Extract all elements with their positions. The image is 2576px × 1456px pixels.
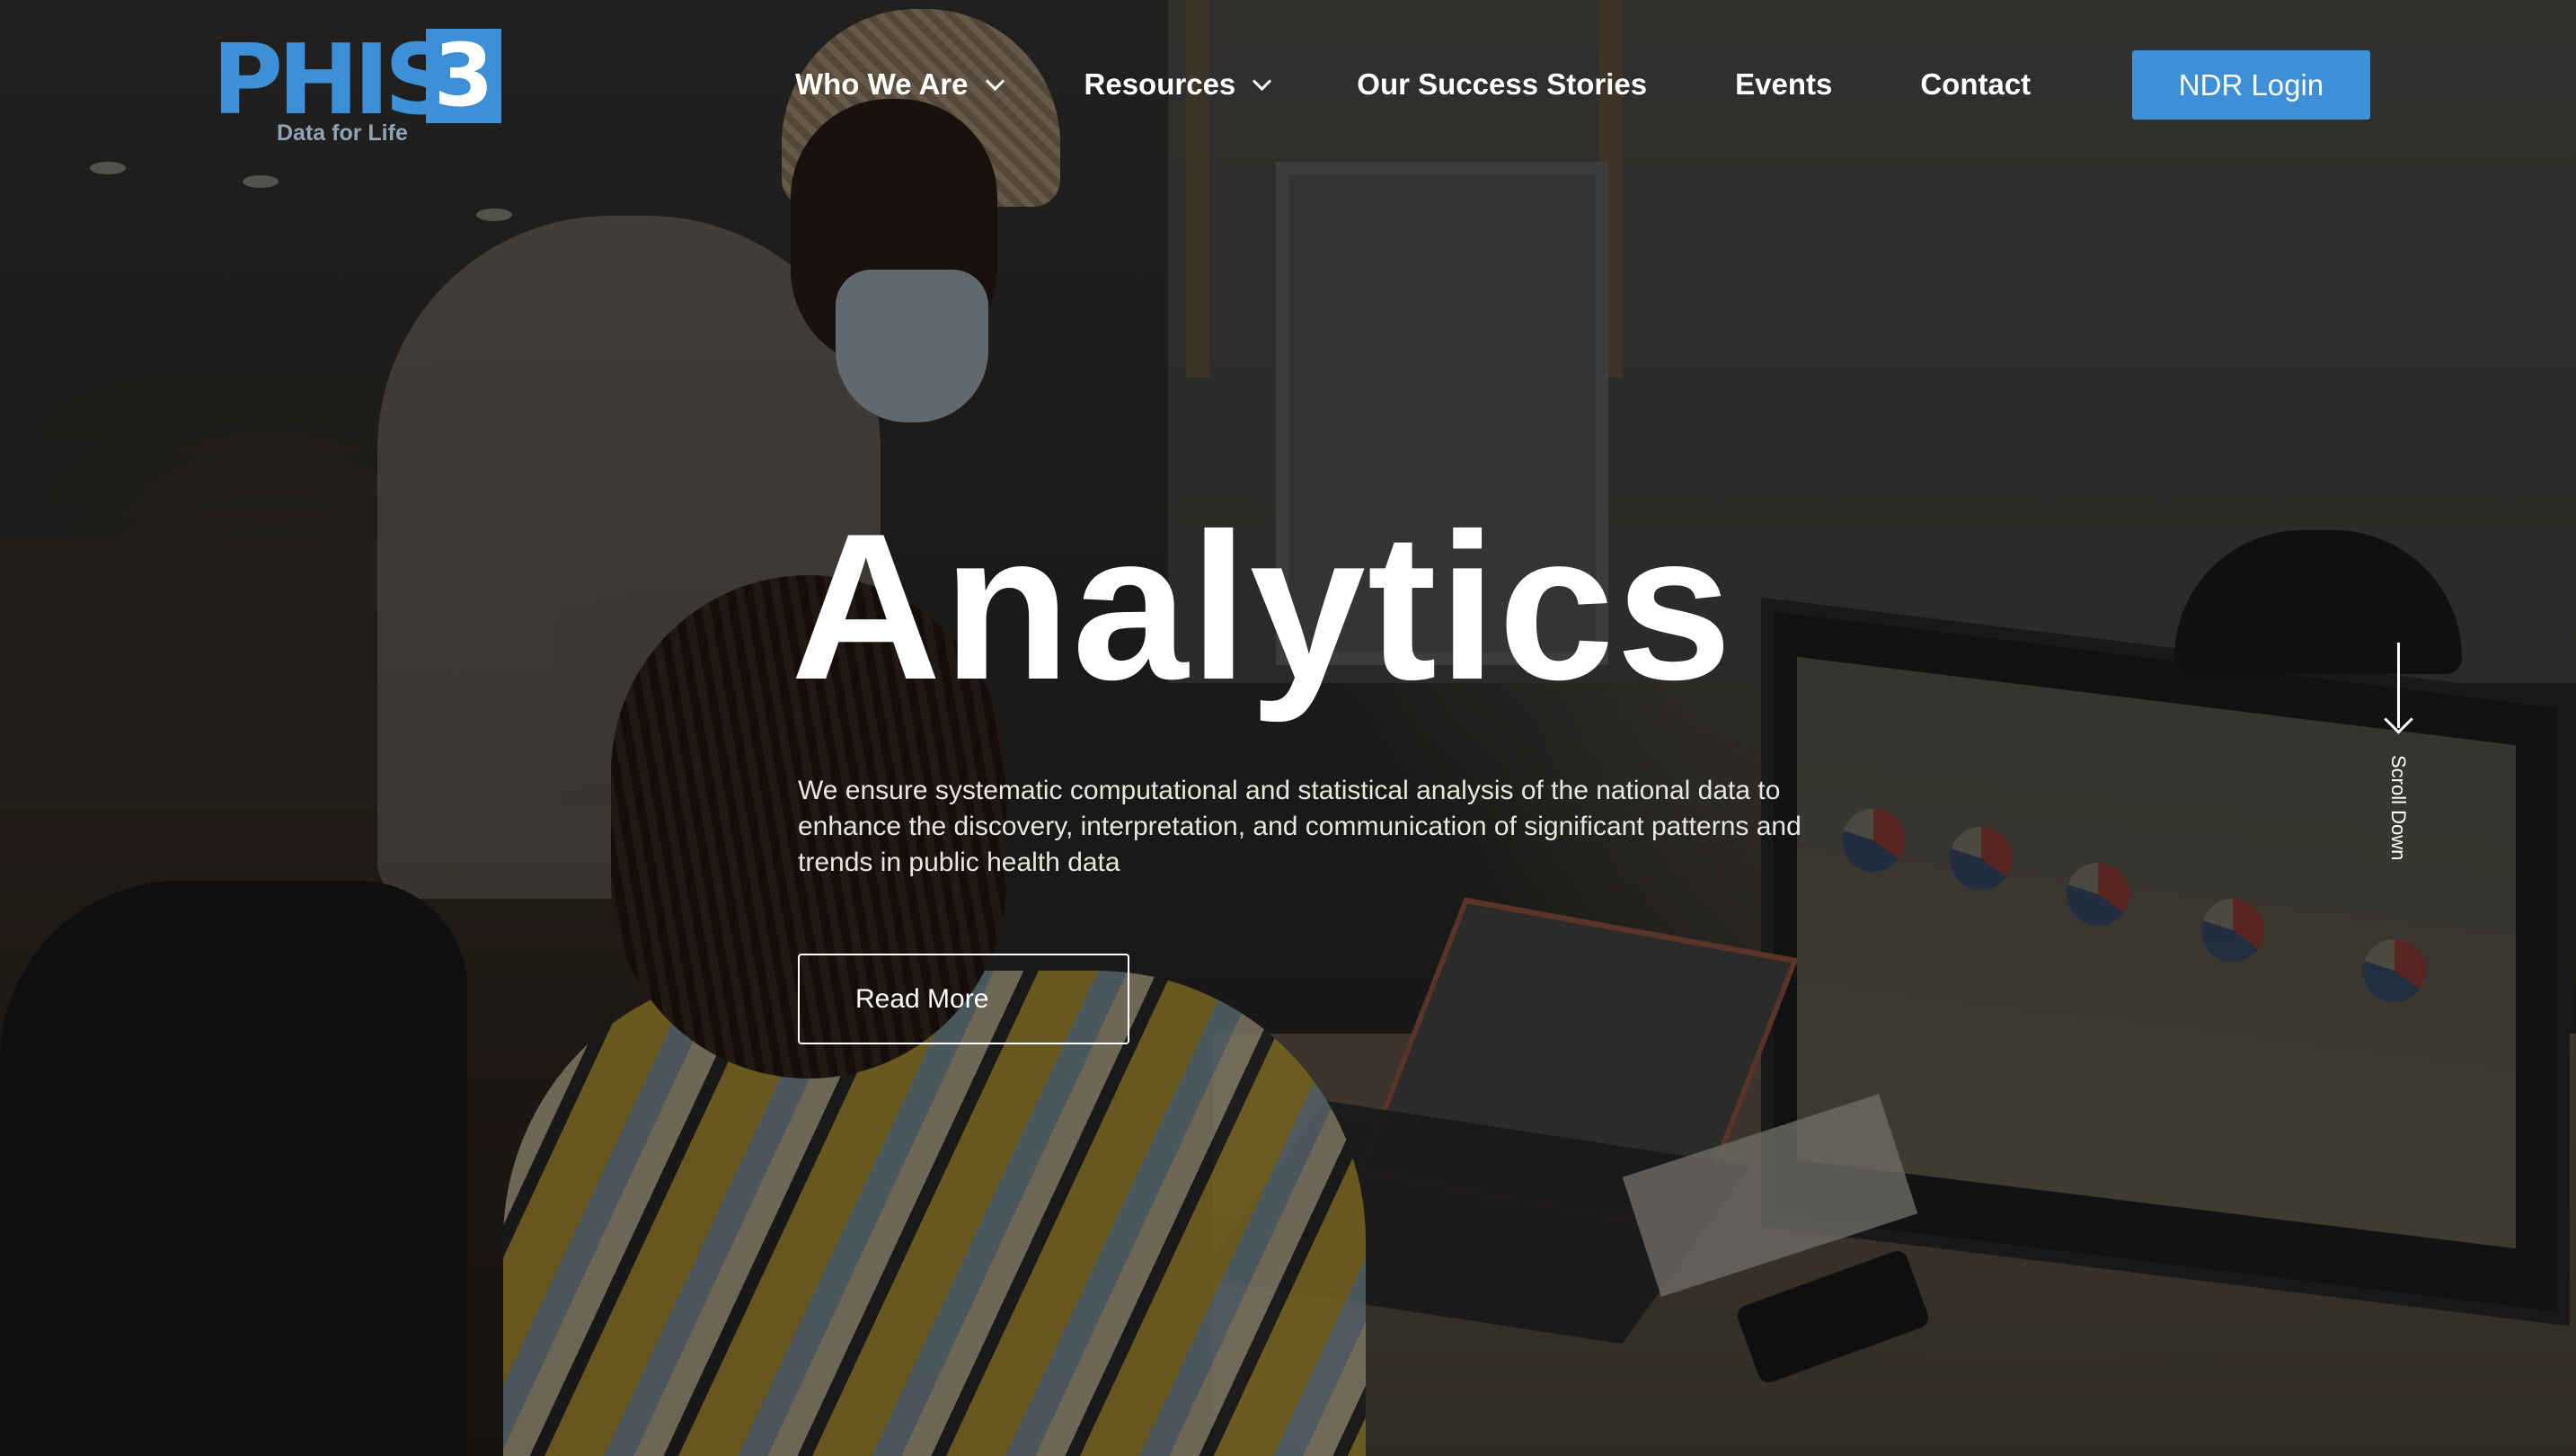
nav-item-success-stories[interactable]: Our Success Stories [1357, 67, 1647, 102]
main-nav: Who We Are Resources Our Success Stories… [795, 52, 2031, 117]
nav-item-label: Our Success Stories [1357, 67, 1648, 101]
dark-overlay [0, 0, 2576, 1456]
nav-item-events[interactable]: Events [1735, 67, 1832, 102]
site-header: PHIS 3 Data for Life Who We Are Resource… [0, 0, 2576, 171]
site-logo[interactable]: PHIS 3 Data for Life [212, 27, 504, 148]
nav-item-resources[interactable]: Resources [1084, 67, 1272, 102]
ndr-login-button[interactable]: NDR Login [2132, 50, 2370, 120]
arrow-down-icon-head [2384, 705, 2413, 734]
hero-description: We ensure systematic computational and s… [798, 776, 1801, 877]
hero-section: PHIS 3 Data for Life Who We Are Resource… [0, 0, 2576, 1456]
nav-item-label: Events [1735, 67, 1833, 101]
nav-item-label: Contact [1920, 67, 2032, 101]
logo-wordmark: PHIS [212, 24, 455, 137]
nav-item-label: Who We Are [795, 67, 969, 101]
nav-item-label: Resources [1084, 67, 1236, 101]
chevron-down-icon [985, 71, 1005, 91]
read-more-button[interactable]: Read More [798, 954, 1129, 1044]
page-title: Analytics [791, 491, 1734, 724]
scroll-down-control[interactable]: Scroll Down [2372, 643, 2426, 867]
chevron-down-icon [1253, 71, 1272, 91]
logo-number-box: 3 [426, 29, 501, 123]
scroll-down-label: Scroll Down [2387, 755, 2410, 861]
nav-item-contact[interactable]: Contact [1920, 67, 2031, 102]
logo-tagline: Data for Life [277, 120, 408, 146]
nav-item-who-we-are[interactable]: Who We Are [795, 67, 1005, 102]
